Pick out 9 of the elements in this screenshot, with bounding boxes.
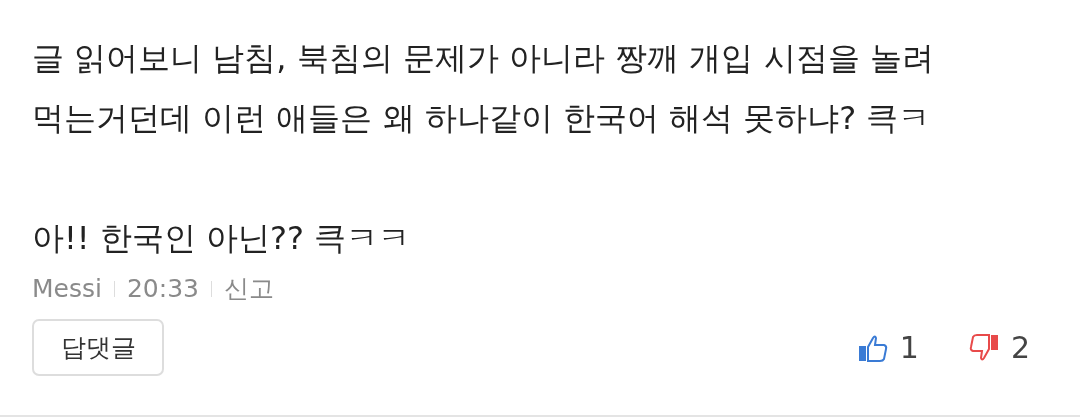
comment-text: 아!! 한국인 아닌?? 큭ㅋㅋ: [32, 218, 412, 259]
comment-text: 글 읽어보니 남침, 북침의 문제가 아니라 짱깨 개입 시점을 놀려 먹는거던데 이런 애들은 왜 하나같이 한국어 해석 못하냐? 큭ㅋ: [32, 38, 935, 139]
like-count: 1: [899, 330, 919, 365]
reply-button[interactable]: 답댓글: [32, 319, 164, 376]
author-name: Messi: [32, 274, 102, 303]
dislike-count: 2: [1010, 330, 1030, 365]
thumbs-down-icon[interactable]: [968, 333, 999, 362]
comment-time: 20:33: [126, 274, 199, 303]
thumbs-up-icon[interactable]: [857, 333, 888, 362]
